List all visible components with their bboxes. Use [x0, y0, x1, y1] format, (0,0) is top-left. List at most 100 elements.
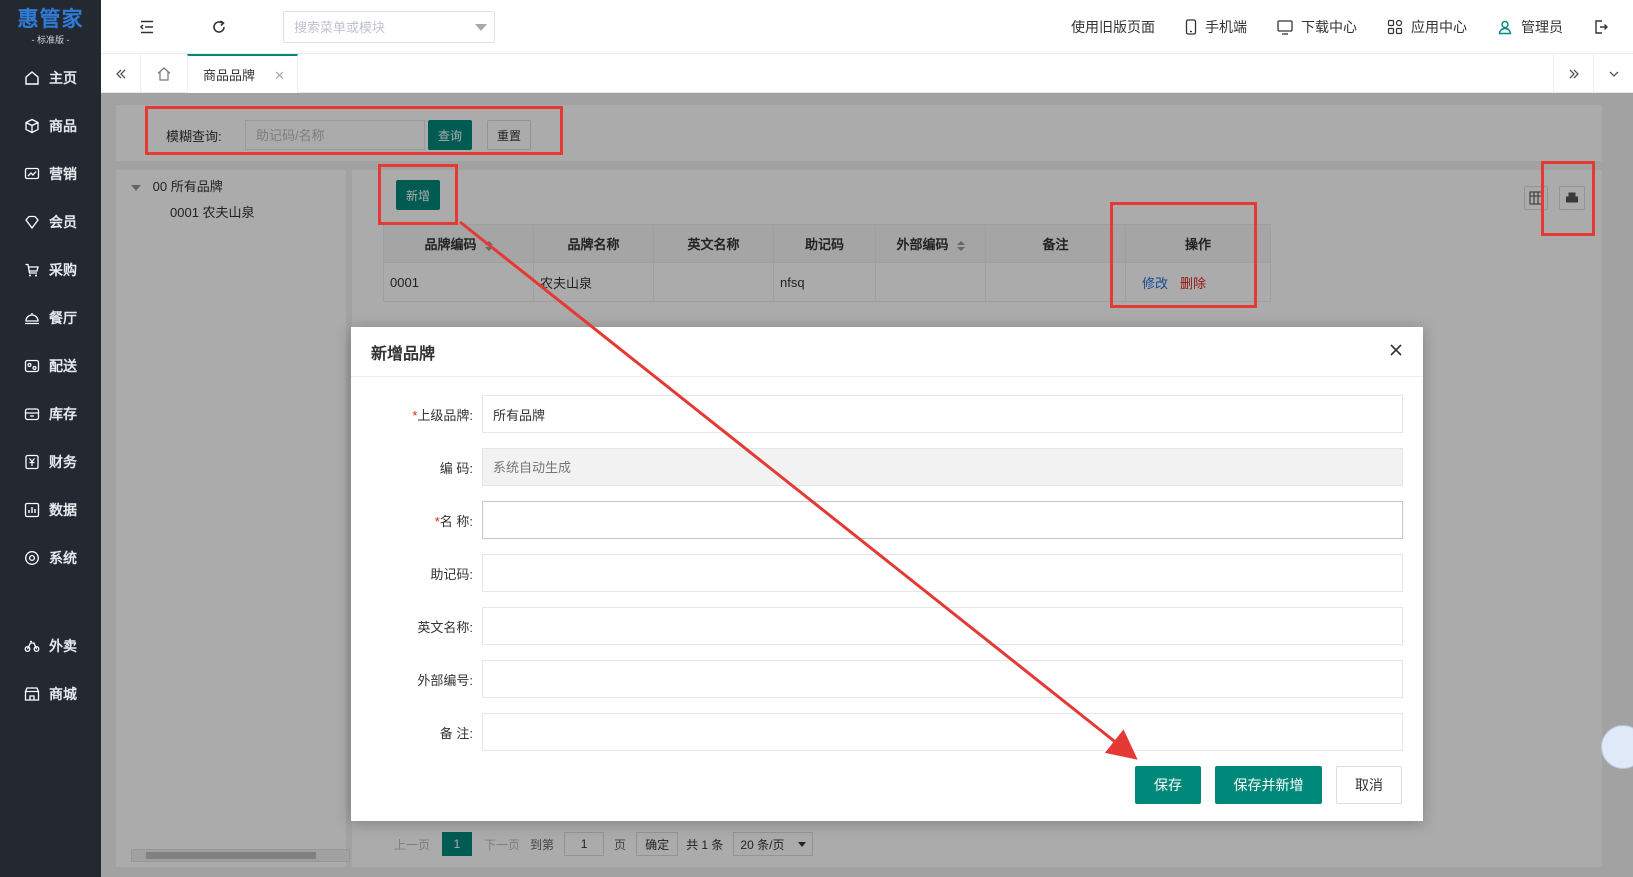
sidebar-item-label: 商城: [49, 686, 77, 702]
tab-bar: 商品品牌 ✕: [101, 54, 1633, 93]
tabs-more-button[interactable]: [1593, 54, 1633, 93]
sidebar-item-takeout[interactable]: 外卖: [0, 622, 101, 670]
dish-icon: [24, 310, 40, 326]
download-center-label: 下载中心: [1301, 19, 1357, 35]
user-menu[interactable]: 管理员: [1497, 17, 1563, 37]
collapse-menu-button[interactable]: [137, 17, 157, 37]
cart-icon: [24, 262, 40, 278]
code-field: [482, 448, 1403, 486]
tabs-scroll-right-button[interactable]: [1553, 54, 1593, 93]
save-and-new-button[interactable]: 保存并新增: [1215, 766, 1322, 804]
save-button[interactable]: 保存: [1135, 766, 1201, 804]
sidebar-item-purchase[interactable]: 采购: [0, 246, 101, 294]
external-code-label: 外部编号:: [417, 673, 473, 688]
menu-search-input[interactable]: [283, 11, 495, 43]
sidebar-item-label: 系统: [49, 550, 77, 566]
code-label: 编 码:: [439, 461, 473, 476]
sidebar-item-restaurant[interactable]: 餐厅: [0, 294, 101, 342]
sidebar-item-goods[interactable]: 商品: [0, 102, 101, 150]
tab-label: 商品品牌: [203, 68, 256, 83]
sidebar-item-data[interactable]: 数据: [0, 486, 101, 534]
user-icon: [1497, 19, 1513, 35]
annotation-box-add: [378, 164, 458, 225]
chevron-down-icon: [475, 24, 487, 31]
label-text: 上级品牌:: [417, 408, 473, 423]
sidebar-item-inventory[interactable]: 库存: [0, 390, 101, 438]
close-icon[interactable]: ✕: [274, 68, 285, 84]
remark-field[interactable]: [482, 713, 1403, 751]
sidebar-item-home[interactable]: 主页: [0, 54, 101, 102]
sidebar-item-label: 外卖: [49, 638, 77, 654]
logout-button[interactable]: [1593, 19, 1617, 35]
dialog-title: 新增品牌: [351, 327, 1423, 377]
annotation-box-export: [1541, 161, 1595, 236]
external-code-field[interactable]: [482, 660, 1403, 698]
bike-icon: [24, 638, 40, 654]
chevron-down-icon: [1609, 71, 1618, 77]
sidebar-item-label: 数据: [49, 502, 77, 518]
parent-brand-field[interactable]: [482, 395, 1403, 433]
system-icon: [24, 550, 40, 566]
sidebar-item-delivery[interactable]: 配送: [0, 342, 101, 390]
diamond-icon: [24, 214, 40, 230]
english-name-label: 英文名称:: [417, 620, 473, 635]
close-icon: [1390, 344, 1402, 356]
data-icon: [24, 502, 40, 518]
chart-icon: [24, 166, 40, 182]
mnemonic-field[interactable]: [482, 554, 1403, 592]
label-text: 名 称:: [439, 514, 473, 529]
sidebar: 惠管家 - 标准版 - 主页 商品 营销 会员 采购 餐厅 配送 库存 财务 数…: [0, 0, 101, 877]
monitor-icon: [1277, 19, 1293, 35]
cancel-button[interactable]: 取消: [1336, 766, 1402, 804]
mobile-icon: [1185, 19, 1197, 35]
parent-brand-label: *上级品牌:: [412, 405, 473, 424]
sidebar-item-label: 营销: [49, 166, 77, 182]
tabs-scroll-left-button[interactable]: [101, 54, 141, 93]
form-row-external-code: 外部编号:: [351, 660, 1423, 698]
form-row-remark: 备 注:: [351, 713, 1423, 751]
box-icon: [24, 118, 40, 134]
mnemonic-label: 助记码:: [430, 567, 473, 582]
sidebar-item-member[interactable]: 会员: [0, 198, 101, 246]
sidebar-item-label: 财务: [49, 454, 77, 470]
sidebar-item-label: 配送: [49, 358, 77, 374]
sidebar-item-label: 餐厅: [49, 310, 77, 326]
app-center-label: 应用中心: [1411, 19, 1467, 35]
tab-brand[interactable]: 商品品牌 ✕: [187, 54, 298, 93]
close-dialog-button[interactable]: [1387, 341, 1405, 359]
logo: 惠管家 - 标准版 -: [0, 0, 101, 54]
sidebar-item-label: 商品: [49, 118, 77, 134]
name-label: *名 称:: [435, 511, 473, 530]
form-row-parent: *上级品牌:: [351, 395, 1423, 433]
refresh-icon: [213, 20, 225, 33]
sidebar-item-marketing[interactable]: 营销: [0, 150, 101, 198]
refresh-button[interactable]: [209, 17, 229, 37]
name-field[interactable]: [482, 501, 1403, 539]
download-center-link[interactable]: 下载中心: [1277, 17, 1357, 37]
sidebar-item-system[interactable]: 系统: [0, 534, 101, 582]
form-row-english-name: 英文名称:: [351, 607, 1423, 645]
form-row-mnemonic: 助记码:: [351, 554, 1423, 592]
home-icon: [157, 66, 171, 81]
remark-label: 备 注:: [439, 726, 473, 741]
app-center-link[interactable]: 应用中心: [1387, 17, 1467, 37]
delivery-icon: [24, 358, 40, 374]
sidebar-item-mall[interactable]: 商城: [0, 670, 101, 718]
sidebar-item-label: 库存: [49, 406, 77, 422]
logo-subtitle: - 标准版 -: [31, 34, 70, 45]
annotation-box-actions: [1110, 202, 1257, 308]
add-brand-dialog: 新增品牌 *上级品牌: 编 码: *名 称: 助记码: 英文名称: 外部编号: …: [351, 327, 1423, 821]
mobile-link[interactable]: 手机端: [1185, 17, 1247, 37]
form-row-name: *名 称:: [351, 501, 1423, 539]
apps-icon: [1387, 19, 1403, 35]
sidebar-item-label: 主页: [49, 70, 77, 86]
top-header: 使用旧版页面 手机端 下载中心 应用中心 管理员: [101, 0, 1633, 54]
logo-title: 惠管家: [17, 7, 84, 31]
mobile-label: 手机端: [1205, 19, 1247, 35]
english-name-field[interactable]: [482, 607, 1403, 645]
sidebar-item-finance[interactable]: 财务: [0, 438, 101, 486]
tab-home[interactable]: [141, 54, 187, 93]
finance-icon: [24, 454, 40, 470]
old-version-link[interactable]: 使用旧版页面: [1071, 17, 1155, 37]
